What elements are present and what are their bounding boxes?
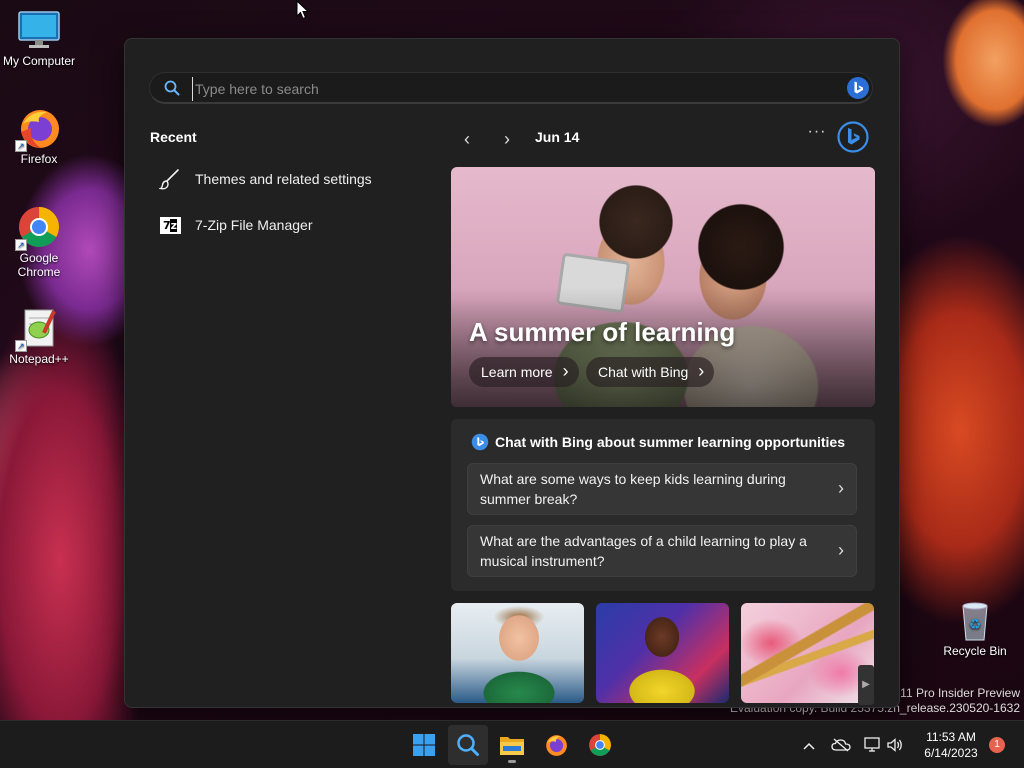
onedrive-offline-button[interactable] xyxy=(830,734,852,756)
arrow-right-icon: ▶ xyxy=(862,679,870,690)
paintbrush-icon xyxy=(157,168,183,190)
bing-card-header: Chat with Bing about summer learning opp… xyxy=(471,433,845,451)
scroll-right-button[interactable]: ▶ xyxy=(858,665,874,705)
question-text: What are some ways to keep kids learning… xyxy=(480,471,786,507)
search-box[interactable] xyxy=(149,72,873,104)
desktop-icon-label: My Computer xyxy=(2,54,76,68)
chrome-icon: ↗ xyxy=(15,205,61,251)
running-indicator xyxy=(508,760,516,763)
speaker-icon xyxy=(887,738,902,752)
hero-card[interactable]: A summer of learning Learn more Chat wit… xyxy=(451,167,875,407)
shortcut-arrow-icon: ↗ xyxy=(15,340,27,352)
notification-badge[interactable]: 1 xyxy=(989,737,1005,753)
network-icon xyxy=(864,737,880,752)
bing-card-title: Chat with Bing about summer learning opp… xyxy=(495,434,846,450)
clock-time: 11:53 AM xyxy=(926,730,976,744)
question-text: What are the advantages of a child learn… xyxy=(480,533,807,569)
recent-item-label: 7-Zip File Manager xyxy=(195,217,313,233)
shortcut-arrow-icon: ↗ xyxy=(15,239,27,251)
taskbar-chrome[interactable] xyxy=(580,725,620,765)
taskbar: 11:53 AM 6/14/2023 1 xyxy=(0,720,1024,768)
recent-item-7zip[interactable]: 7z 7-Zip File Manager xyxy=(157,211,417,239)
desktop-icon-notepadpp[interactable]: ↗ Notepad++ xyxy=(1,306,77,366)
volume-button[interactable] xyxy=(884,734,906,756)
recent-item-label: Themes and related settings xyxy=(195,171,372,187)
bing-icon xyxy=(837,121,869,153)
learn-more-button[interactable]: Learn more xyxy=(469,356,579,387)
thumbnail-girl-gaming[interactable] xyxy=(596,603,729,703)
cloud-offline-icon xyxy=(831,738,851,752)
mouse-cursor-icon xyxy=(296,0,310,25)
recycle-bin-icon: ♻ xyxy=(953,598,997,642)
windows-watermark-line1: s 11 Pro Insider Preview xyxy=(890,686,1020,700)
search-icon xyxy=(164,80,180,101)
previous-day-button[interactable]: ‹ xyxy=(455,127,479,151)
chevron-left-icon: ‹ xyxy=(464,129,470,149)
thumbnail-paintbrushes[interactable] xyxy=(741,603,874,703)
recent-item-themes[interactable]: Themes and related settings xyxy=(157,165,417,193)
start-button[interactable] xyxy=(404,725,444,765)
chevron-right-icon: › xyxy=(838,540,844,560)
desktop-icon-my-computer[interactable]: My Computer xyxy=(1,8,77,68)
bing-chat-card: Chat with Bing about summer learning opp… xyxy=(451,419,875,591)
shortcut-arrow-icon: ↗ xyxy=(15,140,27,152)
recent-heading: Recent xyxy=(150,129,197,145)
desktop-icon-chrome[interactable]: ↗ Google Chrome xyxy=(1,205,77,279)
system-clock[interactable]: 11:53 AM 6/14/2023 xyxy=(916,729,986,761)
hero-title: A summer of learning xyxy=(469,317,736,347)
bing-icon xyxy=(847,77,869,99)
bing-logo-button[interactable] xyxy=(837,121,869,158)
taskbar-search-button[interactable] xyxy=(448,725,488,765)
svg-text:♻: ♻ xyxy=(969,617,982,633)
next-day-button[interactable]: › xyxy=(495,127,519,151)
bing-chat-button[interactable] xyxy=(846,76,870,105)
bing-question-2[interactable]: What are the advantages of a child learn… xyxy=(467,525,857,577)
7zip-icon: 7z xyxy=(157,214,183,236)
search-panel: Recent Themes and related settings 7z 7-… xyxy=(124,38,900,708)
notepadpp-icon: ↗ xyxy=(15,306,61,352)
thumbnail-boy-tablet[interactable] xyxy=(451,603,584,703)
taskbar-file-explorer[interactable] xyxy=(492,725,532,765)
desktop-icon-firefox[interactable]: ↗ Firefox xyxy=(1,106,77,166)
desktop-icon-recycle-bin[interactable]: ♻ Recycle Bin xyxy=(937,598,1013,658)
firefox-icon xyxy=(546,735,567,756)
date-label: Jun 14 xyxy=(535,129,580,145)
desktop-icon-label: Google Chrome xyxy=(17,251,61,279)
chrome-icon xyxy=(589,734,611,756)
chevron-up-icon xyxy=(803,737,815,753)
bing-question-1[interactable]: What are some ways to keep kids learning… xyxy=(467,463,857,515)
firefox-icon: ↗ xyxy=(15,106,61,152)
more-options-button[interactable]: ··· xyxy=(805,123,829,147)
show-hidden-icons-button[interactable] xyxy=(798,734,820,756)
desktop-icon-label: Notepad++ xyxy=(9,352,69,366)
bing-icon xyxy=(471,433,489,451)
chevron-right-icon: › xyxy=(838,478,844,498)
desktop-icon-label: Recycle Bin xyxy=(943,644,1007,658)
search-input[interactable] xyxy=(192,77,812,101)
search-icon xyxy=(457,734,479,756)
chevron-right-icon: › xyxy=(504,129,510,149)
network-button[interactable] xyxy=(862,734,884,756)
file-explorer-icon xyxy=(500,737,524,755)
taskbar-firefox[interactable] xyxy=(536,725,576,765)
chat-with-bing-button[interactable]: Chat with Bing xyxy=(586,356,715,387)
desktop-icon-label: Firefox xyxy=(20,152,58,166)
windows-start-icon xyxy=(413,734,435,756)
monitor-icon xyxy=(17,8,61,52)
clock-date: 6/14/2023 xyxy=(924,746,978,760)
